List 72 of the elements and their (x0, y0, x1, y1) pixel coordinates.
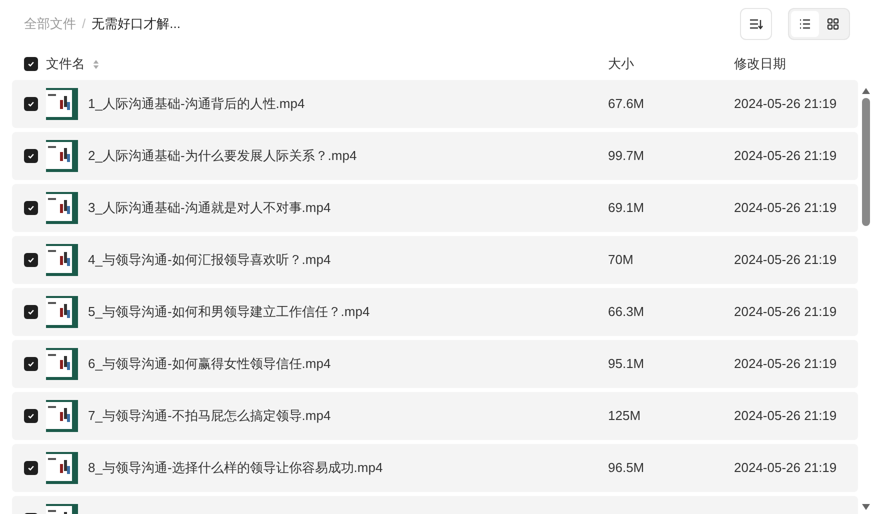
video-thumbnail (46, 140, 78, 172)
file-row[interactable]: 1_人际沟通基础-沟通背后的人性.mp4 67.6M 2024-05-26 21:19 (12, 80, 858, 128)
file-row[interactable]: 8_与领导沟通-选择什么样的领导让你容易成功.mp4 96.5M 2024-05-26 21:19 (12, 444, 858, 492)
video-thumbnail (46, 88, 78, 120)
scroll-up-icon[interactable] (862, 88, 870, 94)
file-name: 7_与领导沟通-不拍马屁怎么搞定领导.mp4 (88, 407, 331, 426)
file-size: 95.1M (608, 355, 646, 374)
checkbox[interactable] (24, 149, 38, 163)
file-name: 1_人际沟通基础-沟通背后的人性.mp4 (88, 95, 305, 114)
list-icon (799, 19, 811, 29)
checkmark-icon (27, 204, 35, 212)
column-header[interactable]: 大小 (608, 54, 734, 74)
modified-date: 2024-05-26 21:19 (734, 147, 837, 166)
file-size: 96.5M (608, 459, 646, 478)
checkbox[interactable] (24, 409, 38, 423)
checkbox[interactable] (24, 305, 38, 319)
video-thumbnail (46, 296, 78, 328)
column-header[interactable]: 文件名 (46, 54, 85, 74)
modified-date: 2024-05-26 21:19 (734, 251, 837, 270)
checkbox[interactable] (24, 57, 38, 71)
file-name: 5_与领导沟通-如何和男领导建立工作信任？.mp4 (88, 303, 370, 322)
checkmark-icon (27, 256, 35, 264)
scroll-down-icon[interactable] (862, 504, 870, 510)
checkmark-icon (27, 412, 35, 420)
checkbox[interactable] (24, 357, 38, 371)
checkbox[interactable] (24, 201, 38, 215)
file-row[interactable]: 3_人际沟通基础-沟通就是对人不对事.mp4 69.1M 2024-05-26 21:19 (12, 184, 858, 232)
checkbox[interactable] (24, 253, 38, 267)
file-size: 70M (608, 251, 634, 270)
file-name: 2_人际沟通基础-为什么要发展人际关系？.mp4 (88, 147, 357, 166)
checkmark-icon (27, 60, 35, 68)
modified-date: 2024-05-26 21:19 (734, 95, 837, 114)
sort-button[interactable] (740, 8, 772, 40)
modified-date: 2024-05-26 21:19 (734, 199, 837, 218)
video-thumbnail (46, 192, 78, 224)
file-size: 125M (608, 407, 642, 426)
file-name: 3_人际沟通基础-沟通就是对人不对事.mp4 (88, 199, 331, 218)
breadcrumb-separator: / (82, 15, 86, 34)
file-row[interactable]: 2_人际沟通基础-为什么要发展人际关系？.mp4 99.7M 2024-05-26 21:19 (12, 132, 858, 180)
file-name: 6_与领导沟通-如何赢得女性领导信任.mp4 (88, 355, 331, 374)
checkmark-icon (27, 308, 35, 316)
file-size: 69.1M (608, 199, 646, 218)
checkmark-icon (27, 100, 35, 108)
file-row[interactable]: 5_与领导沟通-如何和男领导建立工作信任？.mp4 66.3M 2024-05-26 21:19 (12, 288, 858, 336)
file-name: 4_与领导沟通-如何汇报领导喜欢听？.mp4 (88, 251, 331, 270)
video-thumbnail (46, 452, 78, 484)
grid-icon (827, 18, 839, 30)
modified-date: 2024-05-26 21:19 (734, 355, 837, 374)
column-header[interactable]: 修改日期 (734, 54, 786, 74)
file-size: 67.6M (608, 95, 646, 114)
checkmark-icon (27, 152, 35, 160)
video-thumbnail (46, 400, 78, 432)
sort-arrows-icon (93, 60, 99, 68)
modified-date: 2024-05-26 21:19 (734, 303, 837, 322)
checkbox[interactable] (24, 461, 38, 475)
video-thumbnail (46, 244, 78, 276)
checkmark-icon (27, 464, 35, 472)
breadcrumb-item: 无需好口才解... (92, 15, 180, 34)
modified-date: 2024-05-26 21:19 (734, 407, 837, 426)
list-view-button[interactable] (791, 11, 819, 37)
checkbox[interactable] (24, 97, 38, 111)
file-row[interactable]: 7_与领导沟通-不拍马屁怎么搞定领导.mp4 125M 2024-05-26 21:19 (12, 392, 858, 440)
file-row[interactable]: 4_与领导沟通-如何汇报领导喜欢听？.mp4 70M 2024-05-26 21:19 (12, 236, 858, 284)
scrollbar-thumb[interactable] (862, 98, 870, 226)
file-size: 99.7M (608, 147, 646, 166)
modified-date: 2024-05-26 21:19 (734, 459, 837, 478)
file-name: 8_与领导沟通-选择什么样的领导让你容易成功.mp4 (88, 459, 383, 478)
sort-icon (749, 18, 763, 30)
video-thumbnail (46, 348, 78, 380)
checkmark-icon (27, 360, 35, 368)
file-size: 66.3M (608, 303, 646, 322)
file-row[interactable]: 6_与领导沟通-如何赢得女性领导信任.mp4 95.1M 2024-05-26 21:19 (12, 340, 858, 388)
